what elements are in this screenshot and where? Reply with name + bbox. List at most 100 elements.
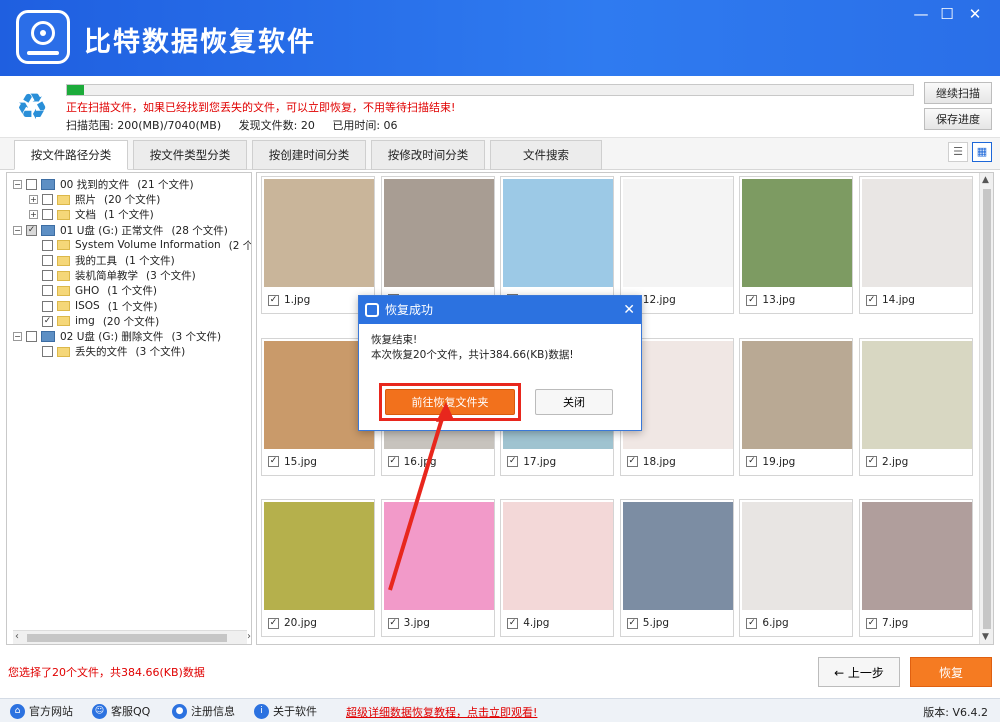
file-card[interactable]: ✓ [500,176,615,314]
tree-expander-icon[interactable]: − [13,332,22,341]
tree-item[interactable]: + 照片 (20 个文件) [29,192,160,207]
back-button[interactable]: ← 上一步 [818,657,900,687]
tree-item[interactable]: ✓ img (20 个文件) [29,314,159,329]
support-qq-link[interactable]: ☺ 客服QQ [92,703,150,719]
tree-checkbox[interactable] [42,346,53,358]
file-thumbnail[interactable] [742,340,853,449]
tree-expander-icon[interactable]: − [13,225,22,235]
file-card[interactable]: ✓ 19.jpg [739,337,854,476]
tree-item[interactable]: 装机简单教学 (3 个文件) [29,268,196,283]
file-name: 7.jpg [882,617,909,629]
grid-view-icon[interactable]: ▦ [972,142,992,162]
file-checkbox[interactable]: ✓ [507,456,519,467]
file-thumbnail[interactable] [503,179,614,287]
register-info-link[interactable]: ● 注册信息 [172,703,235,719]
tree-item[interactable]: 我的工具 (1 个文件) [29,253,175,268]
tree-horizontal-scrollbar[interactable]: ‹ › [13,630,251,644]
dialog-close-icon[interactable]: ✕ [623,296,635,324]
file-card[interactable]: ✓ 7.jpg [859,499,973,637]
continue-scan-button[interactable]: 继续扫描 [924,82,992,104]
tree-checkbox[interactable] [42,255,53,266]
minimize-button[interactable]: — [908,4,934,24]
tree-item-count: (1 个文件) [107,300,158,313]
tree-expander-icon[interactable]: + [29,195,38,205]
folder-icon [57,301,70,312]
file-checkbox[interactable]: ✓ [507,617,519,629]
tree-item[interactable]: 丢失的文件 (3 个文件) [29,344,185,359]
file-card[interactable]: ✓12.jpg [619,176,734,314]
file-thumbnail[interactable] [862,179,972,287]
tree-expander-icon[interactable]: + [29,210,38,220]
tree-checkbox[interactable] [42,285,53,297]
file-thumbnail[interactable] [383,179,494,287]
tree-item[interactable]: − ✓ 01 U盘 (G:) 正常文件 (28 个文件) [13,223,228,238]
file-thumbnail[interactable] [862,340,972,449]
tab-by-type[interactable]: 按文件类型分类 [133,140,247,170]
file-thumbnail[interactable] [742,502,853,610]
file-card[interactable]: ✓ 4.jpg [500,499,615,637]
tree-checkbox[interactable] [42,270,53,282]
tree-checkbox[interactable]: ✓ [26,224,37,236]
tree-item[interactable]: − 02 U盘 (G:) 删除文件 (3 个文件) [13,329,221,344]
file-name: 17.jpg [523,455,557,468]
tree-item-count: (2 个文 [228,239,251,252]
dialog-close-button[interactable]: 关闭 [535,389,613,415]
tree-item[interactable]: System Volume Information (2 个文 [29,238,251,253]
file-checkbox[interactable]: ✓ [626,456,638,467]
file-thumbnail[interactable] [862,502,972,610]
file-thumbnail[interactable] [742,179,853,287]
tutorial-promo-link[interactable]: 超级详细数据恢复教程，点击立即观看! [346,704,537,720]
about-link[interactable]: i 关于软件 [254,703,317,719]
file-thumbnail[interactable] [264,502,374,610]
tree-checkbox[interactable] [42,239,53,251]
close-button[interactable]: ✕ [962,4,988,24]
tree-checkbox[interactable] [26,179,37,190]
file-card[interactable]: ✓ 20.jpg [261,499,375,637]
file-card[interactable]: ✓ 6.jpg [739,499,854,637]
official-site-link[interactable]: ⌂ 官方网站 [10,703,73,719]
tab-by-created[interactable]: 按创建时间分类 [252,140,366,170]
file-checkbox[interactable]: ✓ [866,456,877,467]
file-checkbox[interactable]: ✓ [268,456,279,467]
file-card[interactable]: ✓ [380,176,495,314]
file-thumbnail[interactable] [622,502,733,610]
file-checkbox[interactable]: ✓ [866,617,877,629]
file-checkbox[interactable]: ✓ [746,617,758,629]
tree-item[interactable]: GHO (1 个文件) [29,283,157,298]
tab-file-search[interactable]: 文件搜索 [490,140,602,170]
grid-vertical-scrollbar[interactable]: ▲ ▼ [979,173,993,644]
maximize-button[interactable]: ☐ [934,4,960,24]
file-checkbox[interactable]: ✓ [268,294,279,306]
tree-expander-icon[interactable]: − [13,180,22,189]
file-checkbox[interactable]: ✓ [626,617,638,629]
file-checkbox[interactable]: ✓ [387,617,399,629]
list-view-icon[interactable]: ☰ [948,142,968,162]
tree-item-label: 装机简单教学 [75,270,138,283]
support-qq-label: 客服QQ [111,705,151,718]
file-checkbox[interactable]: ✓ [268,617,279,629]
file-card[interactable]: ✓ 5.jpg [619,499,734,637]
tree-checkbox[interactable] [42,300,53,312]
file-checkbox[interactable]: ✓ [746,294,758,306]
tab-by-modified[interactable]: 按修改时间分类 [371,140,485,170]
file-thumbnail[interactable] [264,179,374,287]
file-checkbox[interactable]: ✓ [746,456,758,467]
tree-checkbox[interactable] [26,331,37,342]
tree-item[interactable]: + 文档 (1 个文件) [29,207,154,222]
file-checkbox[interactable]: ✓ [866,294,877,306]
file-thumbnail[interactable] [503,502,614,610]
tree-checkbox[interactable] [42,194,53,206]
file-card[interactable]: ✓ 14.jpg [859,176,973,314]
file-card[interactable]: ✓ 1.jpg [261,176,375,314]
file-card[interactable]: ✓ 13.jpg [739,176,854,314]
file-thumbnail[interactable] [622,179,733,287]
save-progress-button[interactable]: 保存进度 [924,108,992,130]
tree-checkbox[interactable]: ✓ [42,315,53,327]
recover-button[interactable]: 恢复 [910,657,992,687]
tree-item[interactable]: − 00 找到的文件 (21 个文件) [13,177,194,192]
tab-by-path[interactable]: 按文件路径分类 [14,140,128,170]
file-name: 2.jpg [882,455,909,468]
tree-checkbox[interactable] [42,209,53,221]
file-card[interactable]: ✓ 2.jpg [859,337,973,476]
tree-item[interactable]: ISOS (1 个文件) [29,299,157,314]
